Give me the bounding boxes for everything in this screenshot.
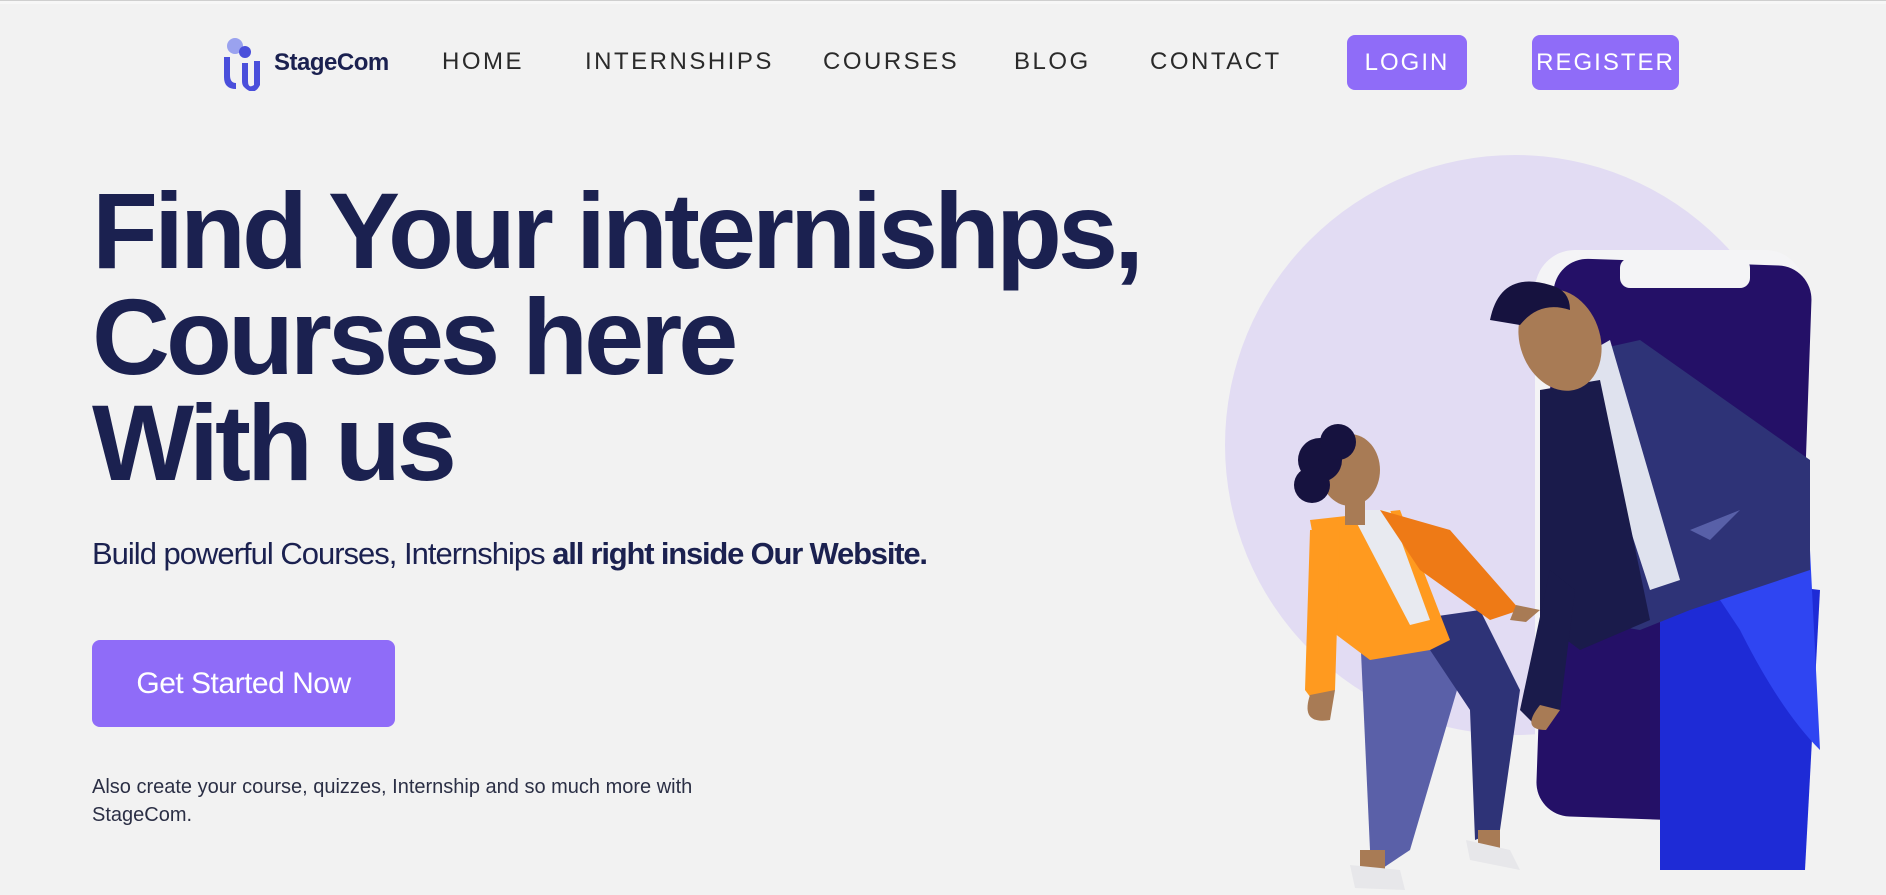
people-phone-illustration	[1220, 150, 1886, 895]
hero-title: Find Your internishps, Courses here With…	[92, 170, 1144, 503]
brand-name: StageCom	[274, 49, 389, 76]
register-button[interactable]: REGISTER	[1532, 35, 1679, 90]
top-rule	[0, 0, 1886, 4]
get-started-button[interactable]: Get Started Now	[92, 640, 395, 727]
stagecom-logo-icon	[218, 35, 268, 92]
hero-title-line-1: Find Your internishps,	[92, 170, 1144, 291]
hero-title-line-2: Courses here	[92, 276, 738, 397]
login-button[interactable]: LOGIN	[1347, 35, 1467, 90]
hero-subtitle-bold: all right inside Our Website.	[552, 536, 928, 571]
nav-home[interactable]: HOME	[442, 48, 524, 76]
top-navigation: StageCom HOME INTERNSHIPS COURSES BLOG C…	[0, 34, 1886, 92]
hero-title-line-3: With us	[92, 382, 457, 503]
nav-internships[interactable]: INTERNSHIPS	[585, 48, 774, 76]
hero-subtitle: Build powerful Courses, Internships all …	[92, 536, 928, 572]
nav-contact[interactable]: CONTACT	[1150, 48, 1282, 76]
hero-footnote: Also create your course, quizzes, Intern…	[92, 776, 693, 826]
hero-subtitle-regular: Build powerful Courses, Internships	[92, 536, 553, 571]
nav-courses[interactable]: COURSES	[823, 48, 959, 76]
brand-home-link[interactable]: StageCom	[218, 35, 389, 92]
nav-blog[interactable]: BLOG	[1014, 48, 1091, 76]
